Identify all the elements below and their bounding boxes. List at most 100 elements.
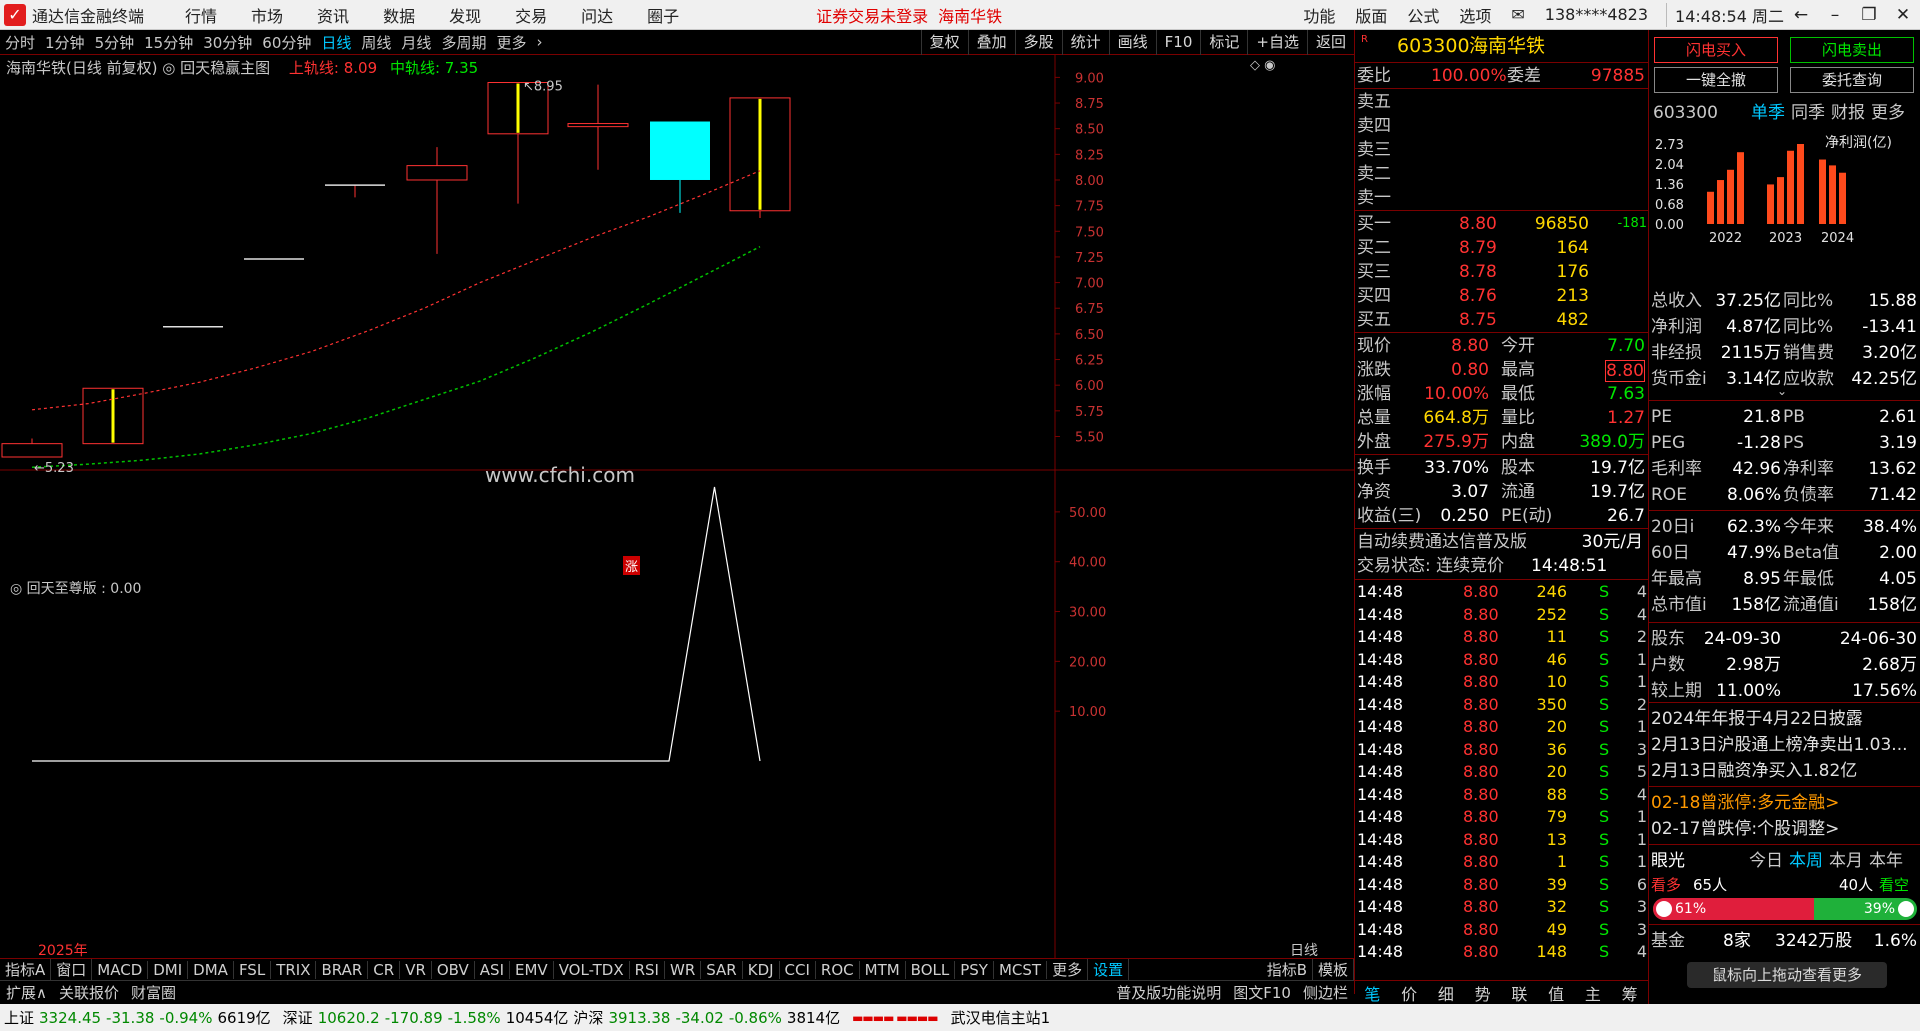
thumb-down-icon[interactable]: [1898, 901, 1914, 917]
order-query-button[interactable]: 委托查询: [1790, 67, 1914, 93]
chevron-down-icon[interactable]: ⌄: [1777, 384, 1787, 398]
indicator-2[interactable]: MACD: [92, 960, 149, 979]
indicator-23[interactable]: MCST: [994, 960, 1048, 979]
indicator-18[interactable]: CCI: [780, 960, 816, 979]
close-icon[interactable]: ✕: [1886, 5, 1920, 25]
indicator-4[interactable]: DMA: [188, 960, 234, 979]
indicator-25[interactable]: 设置: [1088, 959, 1130, 980]
period-fenshi[interactable]: 分时: [0, 32, 40, 53]
indicator-17[interactable]: KDJ: [743, 960, 780, 979]
menu-zixun[interactable]: 资讯: [317, 3, 349, 27]
indicator-21[interactable]: BOLL: [906, 960, 956, 979]
bid-row[interactable]: 买四 8.76 213: [1355, 284, 1649, 308]
account-id[interactable]: 138****4823: [1545, 5, 1648, 24]
indicator-14[interactable]: RSI: [630, 960, 665, 979]
quote-tab-zhu[interactable]: 主: [1585, 981, 1601, 1005]
indicator-0[interactable]: 指标A: [0, 959, 52, 980]
diamond-icon[interactable]: ◇: [1250, 58, 1260, 73]
quote-tab-xi[interactable]: 细: [1438, 981, 1454, 1005]
quote-tab-shi[interactable]: 势: [1475, 981, 1491, 1005]
indicator-8[interactable]: CR: [368, 960, 401, 979]
cancel-all-button[interactable]: 一键全撤: [1654, 67, 1778, 93]
sz-label[interactable]: 深证: [283, 1007, 313, 1028]
tool-diejia[interactable]: 叠加: [967, 29, 1015, 55]
indicator-3[interactable]: DMI: [148, 960, 189, 979]
news-item[interactable]: 2月13日融资净买入1.82亿: [1649, 758, 1920, 784]
ext-sidebar[interactable]: 侧边栏: [1297, 982, 1354, 1003]
period-1min[interactable]: 1分钟: [40, 32, 90, 53]
indicator-24[interactable]: 更多: [1047, 959, 1089, 980]
period-more[interactable]: 更多: [491, 32, 531, 53]
tool-zixuan[interactable]: +自选: [1247, 29, 1307, 55]
mail-icon[interactable]: ✉: [1511, 5, 1524, 24]
indicator-b[interactable]: 指标B: [1262, 959, 1313, 980]
period-30min[interactable]: 30分钟: [198, 32, 257, 53]
menu-gongneng[interactable]: 功能: [1303, 3, 1335, 27]
event-item[interactable]: 02-17曾跌停:个股调整>: [1649, 816, 1920, 842]
back-icon[interactable]: ←: [1784, 5, 1818, 25]
tool-duogu[interactable]: 多股: [1014, 29, 1062, 55]
menu-xuanxiang[interactable]: 选项: [1459, 3, 1491, 27]
fin-tab-caibao[interactable]: 财报: [1831, 100, 1865, 126]
fin-tab-more[interactable]: 更多: [1871, 100, 1905, 126]
tool-fuquan[interactable]: 复权: [920, 29, 968, 55]
menu-hangqing[interactable]: 行情: [185, 3, 217, 27]
menu-wenda[interactable]: 问达: [581, 3, 613, 27]
period-monthly[interactable]: 月线: [396, 32, 436, 53]
chart-corner-icons[interactable]: ◇ ◉: [1250, 58, 1275, 73]
period-multi[interactable]: 多周期: [436, 32, 491, 53]
period-weekly[interactable]: 周线: [356, 32, 396, 53]
bid-row[interactable]: 买二 8.79 164: [1355, 236, 1649, 260]
news-item[interactable]: 2024年年报于4月22日披露: [1649, 706, 1920, 732]
period-5min[interactable]: 5分钟: [90, 32, 140, 53]
period-60min[interactable]: 60分钟: [257, 32, 316, 53]
eye-tab-today[interactable]: 今日: [1749, 848, 1783, 874]
fin-tab-tongji[interactable]: 同季: [1791, 100, 1825, 126]
indicator-9[interactable]: VR: [400, 960, 432, 979]
thumb-up-icon[interactable]: [1656, 901, 1672, 917]
period-daily[interactable]: 日线: [316, 32, 356, 53]
tool-biaoji[interactable]: 标记: [1200, 29, 1247, 55]
chart-formula-name[interactable]: 回天稳赢主图: [180, 59, 270, 77]
restore-icon[interactable]: ❐: [1852, 5, 1886, 25]
flash-sell-button[interactable]: 闪电卖出: [1790, 37, 1914, 63]
ext-f10[interactable]: 图文F10: [1227, 982, 1297, 1003]
eye-tab-month[interactable]: 本月: [1829, 848, 1863, 874]
menu-banmian[interactable]: 版面: [1355, 3, 1387, 27]
settings-dot-icon[interactable]: ◎: [162, 59, 180, 77]
sh-label[interactable]: 上证: [4, 1007, 34, 1028]
hs-label[interactable]: 沪深: [573, 1007, 603, 1028]
indicator-16[interactable]: SAR: [701, 960, 743, 979]
ext-related-quote[interactable]: 关联报价: [53, 982, 125, 1003]
tool-fanhui[interactable]: 返回: [1306, 29, 1354, 55]
sub-settings-icon[interactable]: ◎: [10, 581, 27, 597]
indicator-20[interactable]: MTM: [860, 960, 906, 979]
indicator-19[interactable]: ROC: [816, 960, 860, 979]
quote-tab-jia[interactable]: 价: [1401, 981, 1417, 1005]
chevron-right-icon[interactable]: ›: [531, 33, 547, 51]
quote-tab-lian[interactable]: 联: [1511, 981, 1527, 1005]
menu-quanzi[interactable]: 圈子: [647, 3, 679, 27]
login-notice[interactable]: 证券交易未登录: [816, 3, 928, 27]
indicator-1[interactable]: 窗口: [51, 959, 93, 980]
indicator-15[interactable]: WR: [665, 960, 702, 979]
menu-shichang[interactable]: 市场: [251, 3, 283, 27]
indicator-11[interactable]: ASI: [475, 960, 510, 979]
tool-f10[interactable]: F10: [1155, 29, 1201, 55]
tool-tongji[interactable]: 统计: [1061, 29, 1109, 55]
fee-price[interactable]: 30元/月: [1582, 530, 1643, 554]
eye-tab-week[interactable]: 本周: [1789, 848, 1823, 874]
quote-tab-zhi[interactable]: 值: [1548, 981, 1564, 1005]
ext-wealth-circle[interactable]: 财富圈: [125, 982, 182, 1003]
server-name[interactable]: 武汉电信主站1: [951, 1007, 1051, 1028]
indicator-template[interactable]: 模板: [1313, 959, 1354, 980]
fin-tab-danji[interactable]: 单季: [1751, 100, 1785, 126]
radio-icon[interactable]: ◉: [1264, 58, 1275, 73]
event-item[interactable]: 02-18曾涨停:多元金融>: [1649, 790, 1920, 816]
bid-row[interactable]: 买一 8.80 96850 -181: [1355, 212, 1649, 236]
indicator-5[interactable]: FSL: [234, 960, 272, 979]
minimize-icon[interactable]: –: [1818, 5, 1852, 25]
menu-gongshi[interactable]: 公式: [1407, 3, 1439, 27]
news-item[interactable]: 2月13日沪股通上榜净卖出1.03...: [1649, 732, 1920, 758]
period-15min[interactable]: 15分钟: [139, 32, 198, 53]
